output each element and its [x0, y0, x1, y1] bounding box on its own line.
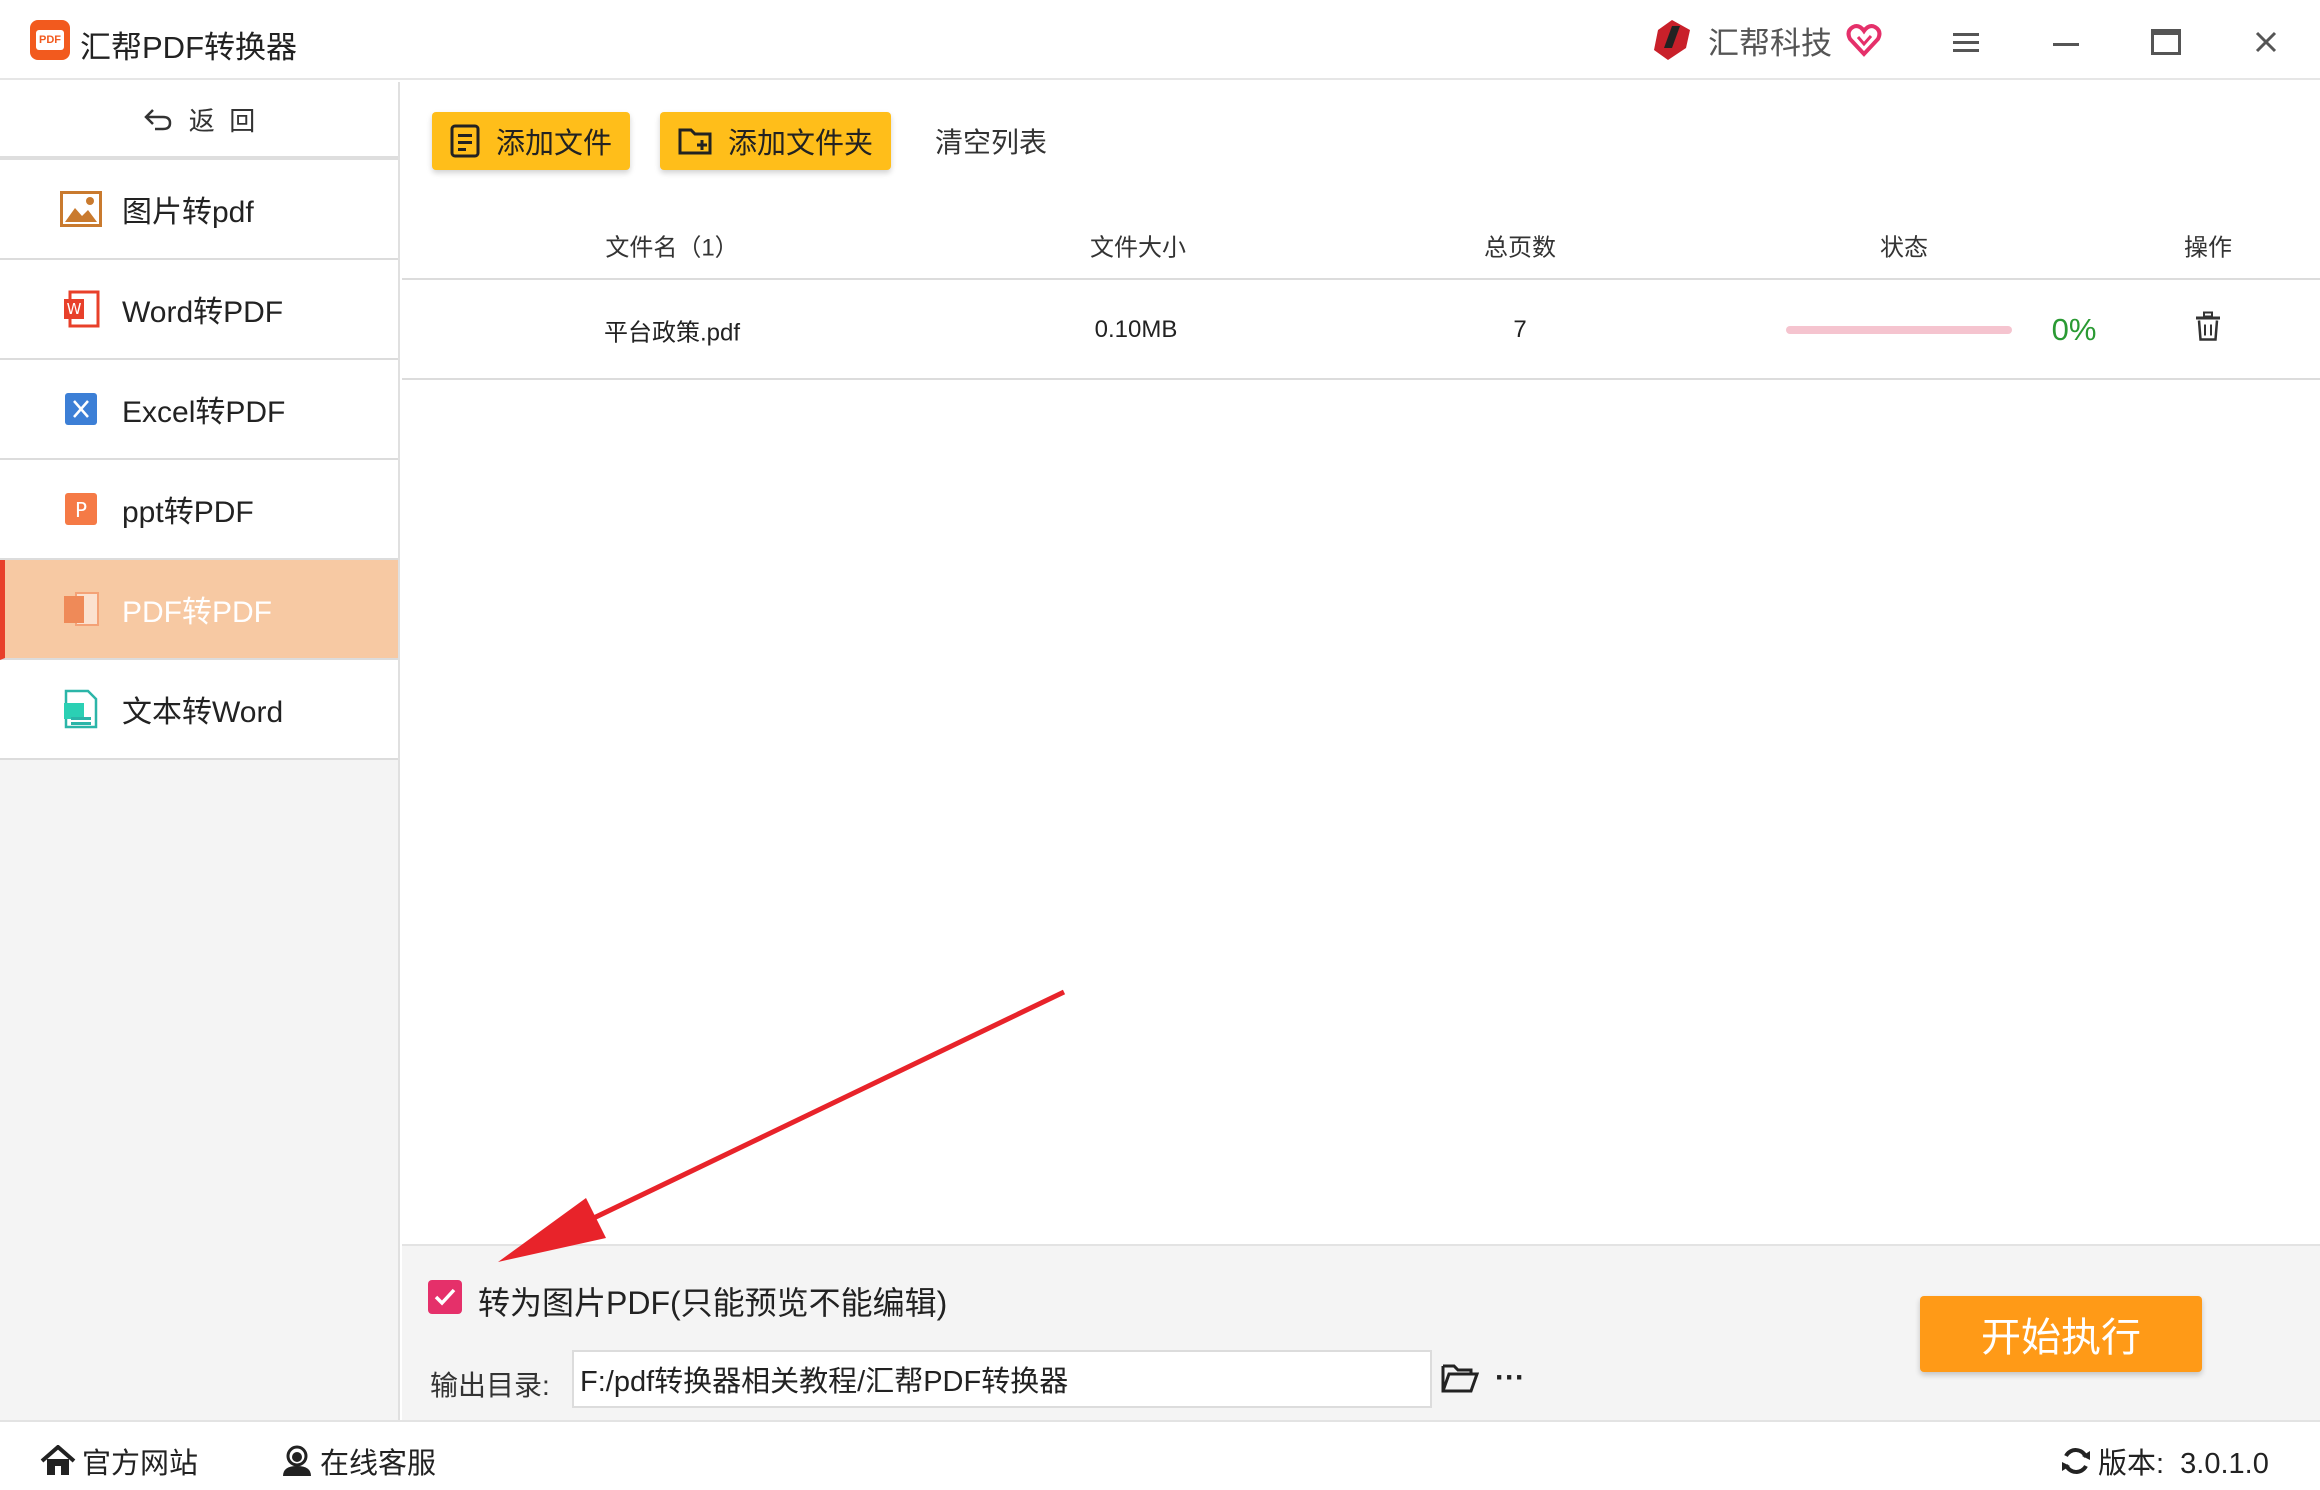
version-label: 版本: 3.0.1.0 — [2098, 1448, 2269, 1480]
app-logo-icon: PDF — [30, 20, 70, 60]
file-size: 0.10MB — [1094, 316, 1178, 343]
image-pdf-label[interactable]: 转为图片PDF(只能预览不能编辑) — [478, 1278, 947, 1324]
sidebar-item-ppt-to-pdf[interactable]: P ppt转PDF — [0, 460, 398, 560]
svg-text:P: P — [75, 498, 87, 522]
sidebar-item-label: Word转PDF — [122, 296, 284, 329]
support-agent-icon — [283, 1445, 311, 1476]
options-panel: 转为图片PDF(只能预览不能编辑) 输出目录: ··· 开始执行 — [402, 1244, 2320, 1420]
table-header: 文件名（1） 文件大小 总页数 状态 操作 — [402, 212, 2320, 280]
folder-open-icon — [1441, 1364, 1479, 1393]
official-website-label: 官方网站 — [82, 1448, 199, 1480]
main-panel: 添加文件 添加文件夹 清空列表 文件名（1） 文件大小 总页数 状态 操作 平台… — [402, 82, 2320, 1244]
start-button[interactable]: 开始执行 — [1920, 1296, 2202, 1372]
maximize-icon — [2151, 29, 2181, 55]
add-file-button[interactable]: 添加文件 — [432, 112, 631, 170]
minimize-icon — [2053, 43, 2079, 46]
excel-icon — [60, 388, 102, 430]
sidebar-item-label: Excel转PDF — [122, 396, 286, 429]
sidebar-item-label: 图片转pdf — [122, 196, 254, 229]
text-icon — [60, 688, 102, 730]
menu-button[interactable] — [1944, 20, 1988, 64]
word-icon: W — [60, 288, 102, 330]
column-header-pages: 总页数 — [1484, 234, 1556, 262]
version-info: 版本: 3.0.1.0 — [2060, 1440, 2269, 1482]
image-pdf-checkbox[interactable] — [428, 1280, 462, 1314]
progress-percent: 0% — [2051, 312, 2097, 347]
add-folder-icon — [678, 125, 714, 157]
clear-list-button[interactable]: 清空列表 — [935, 121, 1047, 161]
menu-icon — [1953, 33, 1979, 52]
page-count: 7 — [1513, 316, 1527, 343]
output-dir-label: 输出目录: — [430, 1370, 550, 1401]
add-file-icon — [450, 124, 482, 158]
home-icon — [40, 1445, 76, 1475]
sidebar-item-word-to-pdf[interactable]: W Word转PDF — [0, 260, 398, 360]
toolbar: 添加文件 添加文件夹 清空列表 — [432, 112, 1047, 170]
close-button[interactable] — [2244, 20, 2288, 64]
add-folder-label: 添加文件夹 — [728, 128, 874, 160]
back-label: 返 回 — [188, 105, 256, 136]
column-header-actions: 操作 — [2184, 234, 2232, 262]
app-title: 汇帮PDF转换器 — [80, 30, 297, 65]
app-logo-text: PDF — [36, 30, 64, 50]
column-header-filename: 文件名（1） — [605, 234, 739, 262]
image-icon — [60, 188, 102, 230]
refresh-icon — [2062, 1448, 2090, 1474]
delete-button[interactable] — [2195, 311, 2221, 349]
browse-folder-button[interactable] — [1438, 1356, 1482, 1400]
column-header-status: 状态 — [1880, 234, 1928, 262]
sidebar-item-label: 文本转Word — [122, 696, 284, 729]
progress-bar — [1786, 326, 2012, 334]
maximize-button[interactable] — [2144, 20, 2188, 64]
pdf-icon — [60, 588, 102, 630]
brand-logo-icon — [1654, 20, 1690, 60]
add-folder-button[interactable]: 添加文件夹 — [660, 112, 892, 170]
brand-name: 汇帮科技 — [1708, 25, 1832, 61]
sidebar-item-label: PDF转PDF — [122, 596, 272, 629]
official-website-link[interactable]: 官方网站 — [40, 1440, 198, 1482]
online-support-label: 在线客服 — [320, 1448, 437, 1480]
back-arrow-icon — [143, 109, 172, 131]
svg-text:W: W — [67, 300, 82, 318]
ppt-icon: P — [60, 488, 102, 530]
brand: 汇帮科技 — [1650, 18, 1882, 62]
title-bar: PDF 汇帮PDF转换器 汇帮科技 — [0, 0, 2320, 80]
sidebar-item-label: ppt转PDF — [122, 496, 254, 529]
status-bar: 官方网站 在线客服 版本: 3.0.1.0 — [0, 1420, 2320, 1490]
column-header-filesize: 文件大小 — [1090, 234, 1186, 262]
sidebar-item-text-to-word[interactable]: 文本转Word — [0, 660, 398, 760]
sidebar-item-image-to-pdf[interactable]: 图片转pdf — [0, 160, 398, 260]
heart-badge-icon — [1846, 24, 1882, 57]
trash-icon — [2196, 311, 2220, 341]
sidebar: 返 回 图片转pdf W Word转PDF Excel转PDF P ppt转PD… — [0, 82, 400, 1420]
add-file-label: 添加文件 — [496, 128, 613, 160]
checkmark-icon — [434, 1288, 456, 1306]
minimize-button[interactable] — [2044, 20, 2088, 64]
online-support-link[interactable]: 在线客服 — [280, 1440, 436, 1482]
table-row[interactable]: 平台政策.pdf 0.10MB 7 0% — [402, 282, 2320, 380]
close-icon — [2255, 31, 2277, 53]
output-dir-input[interactable] — [572, 1350, 1432, 1408]
more-options-button[interactable]: ··· — [1488, 1356, 1532, 1400]
file-name: 平台政策.pdf — [603, 319, 741, 347]
sidebar-item-pdf-to-pdf[interactable]: PDF转PDF — [0, 560, 398, 660]
sidebar-item-excel-to-pdf[interactable]: Excel转PDF — [0, 360, 398, 460]
back-button[interactable]: 返 回 — [0, 82, 398, 160]
